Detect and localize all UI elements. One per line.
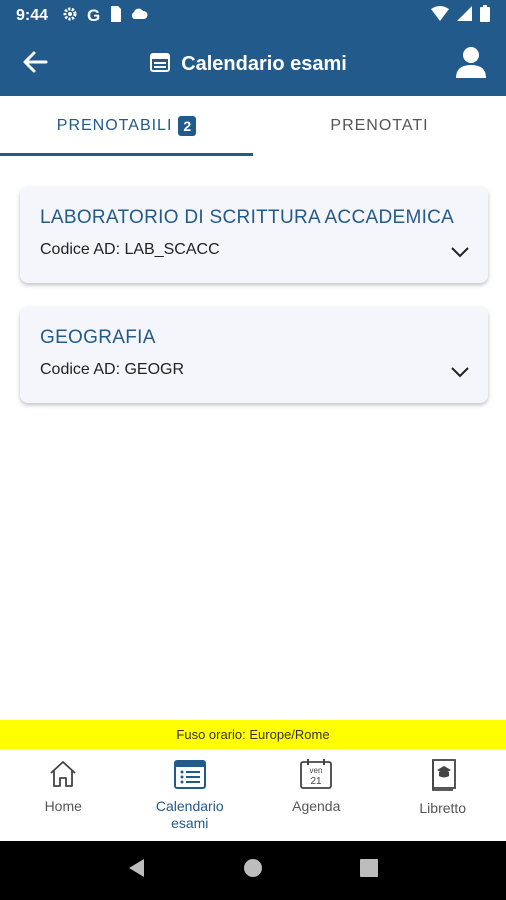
chevron-down-icon[interactable] — [450, 365, 470, 383]
exam-title: LABORATORIO DI SCRITTURA ACCADEMICA — [40, 207, 455, 228]
wifi-icon — [431, 6, 449, 26]
agenda-day-num: 21 — [311, 776, 323, 787]
exam-list: LABORATORIO DI SCRITTURA ACCADEMICA Codi… — [0, 156, 506, 719]
system-nav-bar — [0, 841, 506, 900]
tab-prenotati[interactable]: PRENOTATI — [253, 96, 506, 156]
exam-card[interactable]: LABORATORIO DI SCRITTURA ACCADEMICA Codi… — [20, 187, 488, 283]
exam-code: Codice AD: GEOGR — [40, 361, 185, 378]
nav-label: Calendario — [155, 798, 224, 814]
nav-libretto[interactable]: Libretto — [380, 749, 506, 841]
agenda-calendar-icon: ven 21 — [300, 759, 333, 792]
account-button[interactable] — [436, 32, 506, 96]
arrow-left-icon — [22, 50, 48, 79]
timezone-banner: Fuso orario: Europe/Rome — [0, 720, 506, 749]
page-title: Calendario esami — [181, 52, 347, 75]
booklet-icon — [428, 759, 458, 794]
calendar-icon — [149, 51, 171, 78]
exam-card[interactable]: GEOGRAFIA Codice AD: GEOGR — [20, 307, 488, 403]
system-home-icon[interactable] — [243, 858, 263, 883]
nav-calendario-esami[interactable]: Calendario esami — [127, 749, 254, 841]
status-left-icons: G — [62, 5, 148, 27]
cloud-icon — [130, 7, 148, 25]
battery-icon — [480, 5, 490, 27]
gear-icon — [62, 6, 78, 27]
tab-label: PRENOTATI — [330, 117, 429, 134]
calendar-list-icon — [173, 759, 206, 792]
exam-code: Codice AD: LAB_SCACC — [40, 241, 220, 258]
person-icon — [456, 46, 486, 83]
tab-prenotabili[interactable]: PRENOTABILI 2 — [0, 96, 253, 156]
system-recents-icon[interactable] — [359, 859, 378, 882]
nav-home[interactable]: Home — [0, 749, 127, 841]
exam-title: GEOGRAFIA — [40, 327, 156, 348]
google-icon: G — [87, 6, 101, 25]
nav-label: Libretto — [419, 800, 467, 816]
nav-label-line2: esami — [171, 815, 209, 831]
timezone-text: Fuso orario: Europe/Rome — [176, 727, 330, 742]
agenda-day-abbr: ven — [310, 766, 323, 775]
chevron-down-icon[interactable] — [450, 245, 470, 263]
tab-label: PRENOTABILI — [56, 117, 173, 134]
tab-bar: PRENOTABILI 2 PRENOTATI — [0, 96, 506, 156]
status-right-icons — [431, 5, 490, 27]
sim-card-icon — [109, 5, 122, 27]
count-badge: 2 — [178, 116, 197, 136]
app-title-group: Calendario esami — [60, 51, 436, 78]
status-time: 9:44 — [16, 7, 49, 24]
app-bar: Calendario esami — [0, 32, 506, 96]
status-bar: 9:44 G — [0, 0, 506, 32]
bottom-nav: Home Calendario esami ven 21 Agenda Libr… — [0, 749, 506, 841]
signal-icon — [457, 6, 472, 26]
nav-agenda[interactable]: ven 21 Agenda — [253, 749, 380, 841]
system-back-icon[interactable] — [128, 858, 146, 883]
nav-label: Agenda — [292, 798, 341, 814]
home-icon — [48, 759, 78, 792]
nav-label: Home — [44, 798, 82, 814]
